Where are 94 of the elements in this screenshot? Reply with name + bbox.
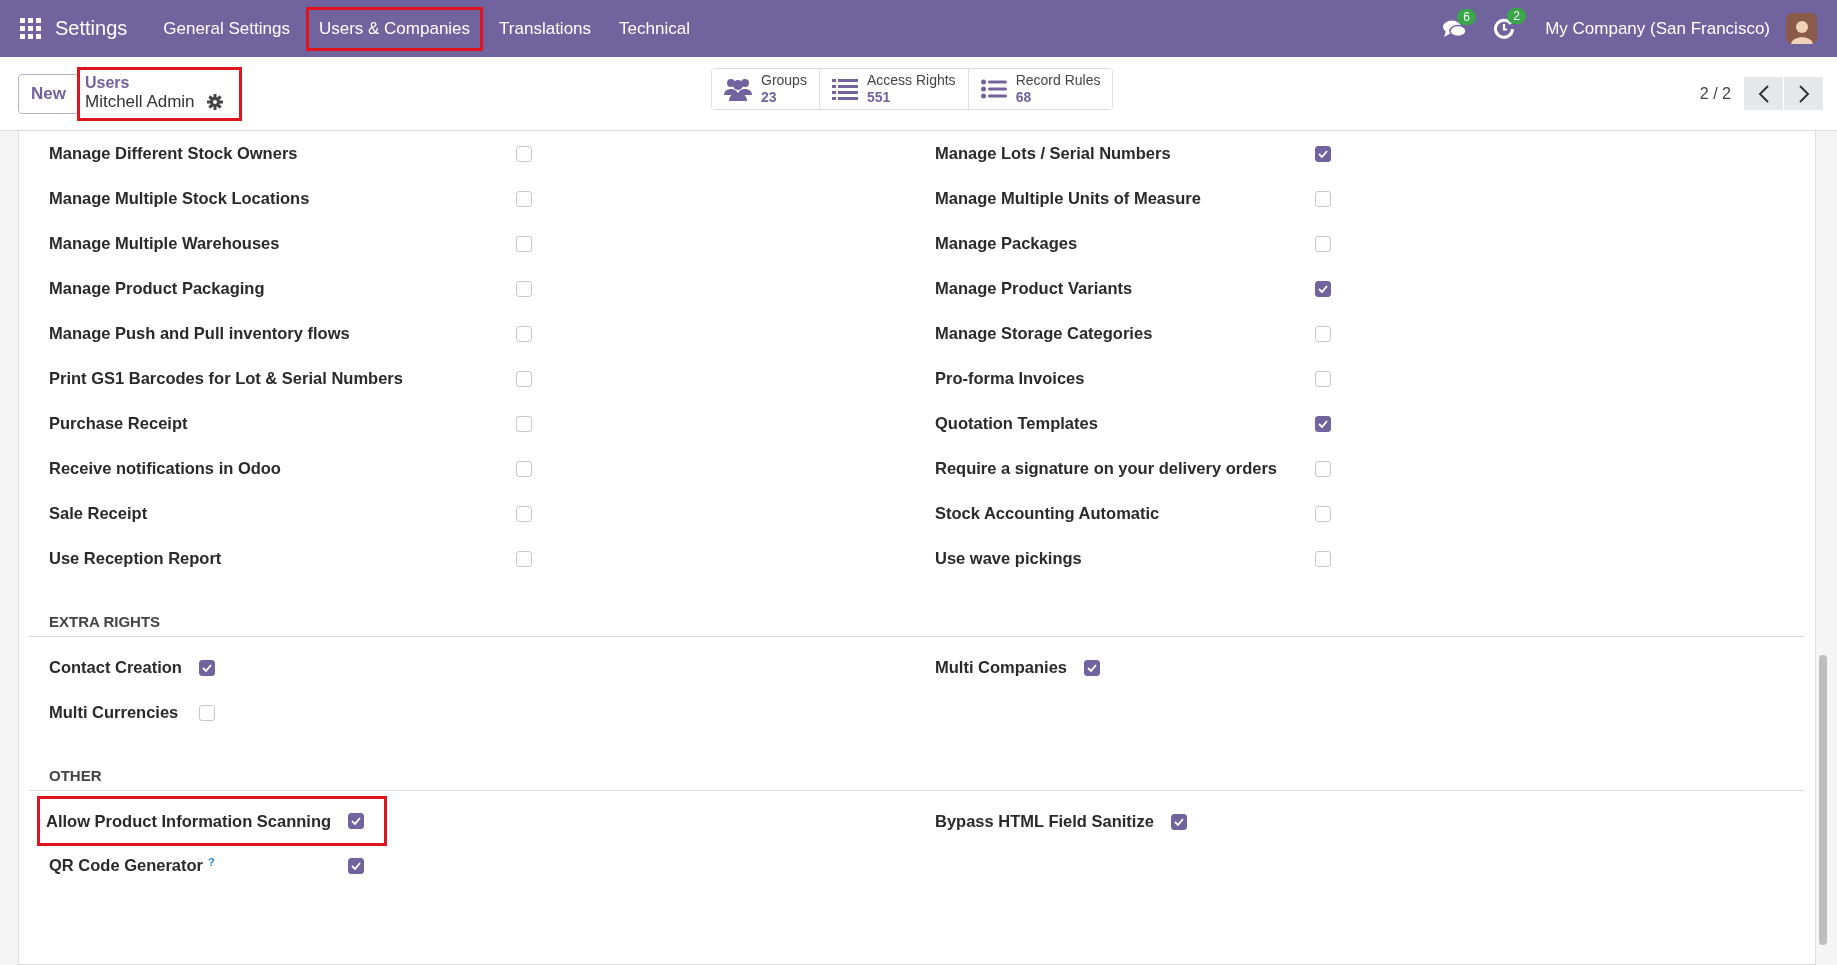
clock-icon (1493, 17, 1516, 40)
field-label: Pro-forma Invoices (935, 369, 1086, 388)
menu-item[interactable]: Technical (607, 7, 702, 50)
check-icon (351, 861, 362, 870)
field-label: Print GS1 Barcodes for Lot & Serial Numbers (49, 369, 404, 388)
app-grid-icon[interactable] (20, 18, 41, 39)
field-label: Contact Creation (49, 658, 182, 677)
field-label: Manage Packages (935, 234, 1079, 253)
list-icon (831, 78, 858, 100)
checkbox[interactable] (516, 505, 532, 522)
field-label: Manage Multiple Stock Locations (49, 189, 311, 208)
checkbox[interactable] (1170, 813, 1187, 830)
checkbox[interactable] (348, 813, 365, 829)
pager-value[interactable]: 2 / 2 (1699, 84, 1731, 103)
section-heading: OTHER (29, 767, 1805, 791)
check-icon (1318, 149, 1328, 158)
menu-item[interactable]: Users & Companies (305, 6, 484, 51)
field-label: Require a signature on your delivery orders (935, 459, 1279, 478)
field-label: Stock Accounting Automatic (935, 504, 1161, 523)
field-label: Manage Lots / Serial Numbers (935, 144, 1172, 163)
company-switcher[interactable]: My Company (San Francisco) (1545, 18, 1770, 39)
checkbox[interactable] (1315, 370, 1331, 387)
field-label: Manage Storage Categories (935, 324, 1154, 343)
menu-item[interactable]: Translations (487, 7, 604, 50)
field-label: Use Reception Report (49, 549, 223, 568)
gear-icon[interactable] (206, 93, 223, 110)
field-label: QR Code Generator (49, 856, 204, 875)
next-button[interactable] (1784, 77, 1823, 110)
check-icon (1318, 284, 1328, 293)
checkbox[interactable] (1315, 415, 1331, 432)
chevron-left-icon (1757, 84, 1770, 103)
checkbox[interactable] (1315, 280, 1331, 297)
help-tooltip-mark[interactable]: ? (208, 856, 215, 868)
checkbox[interactable] (516, 415, 532, 432)
field-label: Purchase Receipt (49, 414, 189, 433)
field-label: Quotation Templates (935, 414, 1099, 433)
scrollbar-thumb[interactable] (1819, 655, 1827, 945)
checkbox[interactable] (516, 190, 532, 207)
checkbox[interactable] (198, 659, 215, 676)
message-count-badge: 6 (1457, 8, 1476, 25)
record-name: Mitchell Admin (84, 91, 195, 112)
checkbox[interactable] (1315, 190, 1331, 207)
check-icon (1087, 663, 1097, 672)
field-label: Multi Companies (935, 658, 1067, 677)
checkbox[interactable] (1084, 659, 1100, 676)
field-label: Manage Product Variants (935, 279, 1134, 298)
field-label: Bypass HTML Field Sanitize (935, 812, 1154, 831)
user-avatar[interactable] (1786, 13, 1817, 44)
menu-item[interactable]: General Settings (151, 7, 302, 50)
app-title[interactable]: Settings (55, 17, 128, 40)
checkbox[interactable] (1315, 505, 1331, 522)
checkbox[interactable] (516, 460, 532, 477)
check-icon (201, 663, 212, 672)
check-icon (351, 817, 362, 825)
stat-button[interactable]: Record Rules 68 (967, 69, 1113, 109)
checkbox[interactable] (516, 370, 532, 387)
chevron-right-icon (1797, 84, 1810, 103)
check-icon (1173, 817, 1184, 826)
checkbox[interactable] (516, 280, 532, 297)
checkbox[interactable] (1315, 460, 1331, 477)
field-label: Manage Product Packaging (49, 279, 266, 298)
stat-label: Record Rules (1015, 72, 1101, 89)
field-label: Manage Different Stock Owners (49, 144, 299, 163)
field-label: Multi Currencies (49, 703, 180, 722)
checkbox[interactable] (516, 550, 532, 567)
stat-value: 551 (866, 89, 892, 106)
field-label: Manage Multiple Units of Measure (935, 189, 1202, 208)
stat-label: Groups (761, 72, 807, 89)
breadcrumb-link[interactable]: Users (84, 73, 223, 92)
stat-label: Access Rights (866, 72, 956, 89)
section-heading: EXTRA RIGHTS (29, 613, 1805, 637)
checkbox[interactable] (198, 704, 215, 721)
checkbox[interactable] (348, 857, 365, 874)
check-icon (1318, 419, 1328, 428)
field-label: Manage Multiple Warehouses (49, 234, 281, 253)
checkbox[interactable] (1315, 235, 1331, 252)
stat-value: 68 (1015, 89, 1033, 106)
field-label: Receive notifications in Odoo (49, 459, 282, 478)
checkbox[interactable] (1315, 325, 1331, 342)
checkbox[interactable] (516, 235, 532, 252)
checkbox[interactable] (516, 145, 532, 162)
field-label: Manage Push and Pull inventory flows (49, 324, 351, 343)
field-label: Sale Receipt (49, 504, 149, 523)
list-icon (980, 79, 1007, 99)
checkbox[interactable] (1315, 550, 1331, 567)
field-label: Allow Product Information Scanning (46, 811, 332, 831)
stat-value: 23 (761, 89, 778, 106)
users-icon (724, 77, 752, 101)
field-label: Use wave pickings (935, 549, 1083, 568)
checkbox[interactable] (516, 325, 532, 342)
checkbox[interactable] (1315, 145, 1331, 162)
activity-count-badge: 2 (1507, 7, 1526, 24)
previous-button[interactable] (1744, 77, 1783, 110)
new-button[interactable]: New (18, 73, 79, 114)
